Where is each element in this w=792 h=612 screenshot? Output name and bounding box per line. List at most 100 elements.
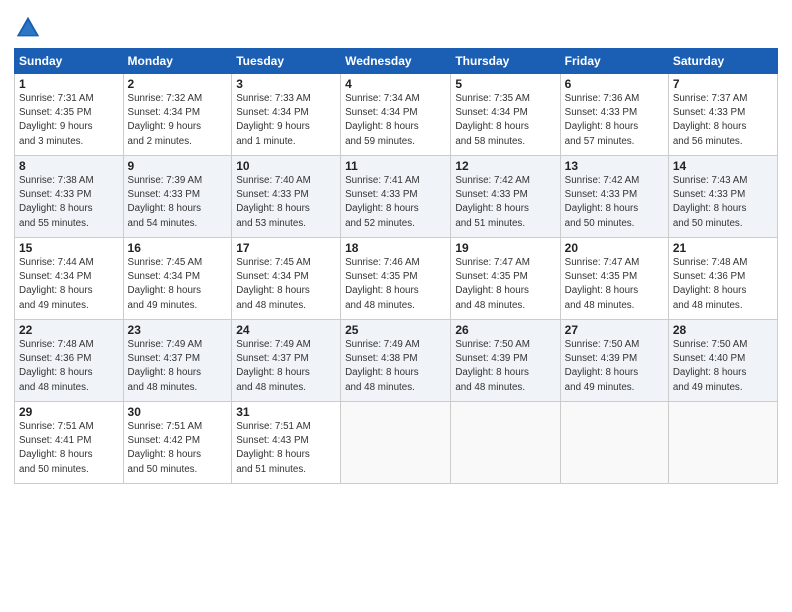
- calendar-day-cell: 20Sunrise: 7:47 AM Sunset: 4:35 PM Dayli…: [560, 238, 668, 320]
- day-info: Sunrise: 7:49 AM Sunset: 4:38 PM Dayligh…: [345, 338, 446, 395]
- calendar-day-cell: [560, 402, 668, 484]
- calendar-day-cell: [451, 402, 560, 484]
- calendar-day-cell: 31Sunrise: 7:51 AM Sunset: 4:43 PM Dayli…: [232, 402, 341, 484]
- day-number: 3: [236, 77, 336, 91]
- calendar-day-cell: 1Sunrise: 7:31 AM Sunset: 4:35 PM Daylig…: [15, 74, 124, 156]
- calendar-header-cell: Friday: [560, 49, 668, 74]
- day-number: 25: [345, 323, 446, 337]
- day-info: Sunrise: 7:37 AM Sunset: 4:33 PM Dayligh…: [673, 92, 773, 149]
- day-info: Sunrise: 7:44 AM Sunset: 4:34 PM Dayligh…: [19, 256, 119, 313]
- day-info: Sunrise: 7:51 AM Sunset: 4:41 PM Dayligh…: [19, 420, 119, 477]
- calendar-day-cell: 11Sunrise: 7:41 AM Sunset: 4:33 PM Dayli…: [341, 156, 451, 238]
- day-info: Sunrise: 7:45 AM Sunset: 4:34 PM Dayligh…: [128, 256, 228, 313]
- day-info: Sunrise: 7:47 AM Sunset: 4:35 PM Dayligh…: [455, 256, 555, 313]
- day-number: 22: [19, 323, 119, 337]
- calendar-day-cell: 9Sunrise: 7:39 AM Sunset: 4:33 PM Daylig…: [123, 156, 232, 238]
- calendar-day-cell: 17Sunrise: 7:45 AM Sunset: 4:34 PM Dayli…: [232, 238, 341, 320]
- day-number: 4: [345, 77, 446, 91]
- day-number: 13: [565, 159, 664, 173]
- day-number: 31: [236, 405, 336, 419]
- calendar-day-cell: 25Sunrise: 7:49 AM Sunset: 4:38 PM Dayli…: [341, 320, 451, 402]
- calendar-week-row: 22Sunrise: 7:48 AM Sunset: 4:36 PM Dayli…: [15, 320, 778, 402]
- calendar-header-cell: Sunday: [15, 49, 124, 74]
- day-number: 28: [673, 323, 773, 337]
- day-info: Sunrise: 7:50 AM Sunset: 4:39 PM Dayligh…: [565, 338, 664, 395]
- day-info: Sunrise: 7:47 AM Sunset: 4:35 PM Dayligh…: [565, 256, 664, 313]
- calendar-day-cell: 13Sunrise: 7:42 AM Sunset: 4:33 PM Dayli…: [560, 156, 668, 238]
- calendar-header-row: SundayMondayTuesdayWednesdayThursdayFrid…: [15, 49, 778, 74]
- day-info: Sunrise: 7:41 AM Sunset: 4:33 PM Dayligh…: [345, 174, 446, 231]
- calendar-body: 1Sunrise: 7:31 AM Sunset: 4:35 PM Daylig…: [15, 74, 778, 484]
- calendar-day-cell: 19Sunrise: 7:47 AM Sunset: 4:35 PM Dayli…: [451, 238, 560, 320]
- calendar-day-cell: 12Sunrise: 7:42 AM Sunset: 4:33 PM Dayli…: [451, 156, 560, 238]
- day-info: Sunrise: 7:50 AM Sunset: 4:40 PM Dayligh…: [673, 338, 773, 395]
- calendar-day-cell: 18Sunrise: 7:46 AM Sunset: 4:35 PM Dayli…: [341, 238, 451, 320]
- calendar-day-cell: 28Sunrise: 7:50 AM Sunset: 4:40 PM Dayli…: [668, 320, 777, 402]
- day-info: Sunrise: 7:32 AM Sunset: 4:34 PM Dayligh…: [128, 92, 228, 149]
- day-number: 18: [345, 241, 446, 255]
- day-number: 16: [128, 241, 228, 255]
- day-info: Sunrise: 7:38 AM Sunset: 4:33 PM Dayligh…: [19, 174, 119, 231]
- calendar-table: SundayMondayTuesdayWednesdayThursdayFrid…: [14, 48, 778, 484]
- day-info: Sunrise: 7:49 AM Sunset: 4:37 PM Dayligh…: [236, 338, 336, 395]
- calendar-day-cell: 15Sunrise: 7:44 AM Sunset: 4:34 PM Dayli…: [15, 238, 124, 320]
- calendar-day-cell: 29Sunrise: 7:51 AM Sunset: 4:41 PM Dayli…: [15, 402, 124, 484]
- day-number: 5: [455, 77, 555, 91]
- day-info: Sunrise: 7:35 AM Sunset: 4:34 PM Dayligh…: [455, 92, 555, 149]
- calendar-day-cell: [341, 402, 451, 484]
- day-info: Sunrise: 7:49 AM Sunset: 4:37 PM Dayligh…: [128, 338, 228, 395]
- day-number: 11: [345, 159, 446, 173]
- day-number: 29: [19, 405, 119, 419]
- calendar-header-cell: Saturday: [668, 49, 777, 74]
- day-info: Sunrise: 7:34 AM Sunset: 4:34 PM Dayligh…: [345, 92, 446, 149]
- day-info: Sunrise: 7:33 AM Sunset: 4:34 PM Dayligh…: [236, 92, 336, 149]
- day-info: Sunrise: 7:40 AM Sunset: 4:33 PM Dayligh…: [236, 174, 336, 231]
- calendar-day-cell: 6Sunrise: 7:36 AM Sunset: 4:33 PM Daylig…: [560, 74, 668, 156]
- day-number: 21: [673, 241, 773, 255]
- calendar-day-cell: 27Sunrise: 7:50 AM Sunset: 4:39 PM Dayli…: [560, 320, 668, 402]
- calendar-day-cell: 22Sunrise: 7:48 AM Sunset: 4:36 PM Dayli…: [15, 320, 124, 402]
- calendar-header-cell: Thursday: [451, 49, 560, 74]
- calendar-day-cell: 10Sunrise: 7:40 AM Sunset: 4:33 PM Dayli…: [232, 156, 341, 238]
- day-number: 7: [673, 77, 773, 91]
- day-number: 10: [236, 159, 336, 173]
- calendar-week-row: 1Sunrise: 7:31 AM Sunset: 4:35 PM Daylig…: [15, 74, 778, 156]
- day-number: 17: [236, 241, 336, 255]
- day-info: Sunrise: 7:42 AM Sunset: 4:33 PM Dayligh…: [455, 174, 555, 231]
- calendar-day-cell: 2Sunrise: 7:32 AM Sunset: 4:34 PM Daylig…: [123, 74, 232, 156]
- calendar-header-cell: Monday: [123, 49, 232, 74]
- day-info: Sunrise: 7:43 AM Sunset: 4:33 PM Dayligh…: [673, 174, 773, 231]
- calendar-header-cell: Wednesday: [341, 49, 451, 74]
- calendar-day-cell: 30Sunrise: 7:51 AM Sunset: 4:42 PM Dayli…: [123, 402, 232, 484]
- header: [14, 10, 778, 42]
- day-number: 30: [128, 405, 228, 419]
- calendar-day-cell: 14Sunrise: 7:43 AM Sunset: 4:33 PM Dayli…: [668, 156, 777, 238]
- calendar-day-cell: [668, 402, 777, 484]
- day-number: 2: [128, 77, 228, 91]
- day-number: 9: [128, 159, 228, 173]
- calendar-day-cell: 8Sunrise: 7:38 AM Sunset: 4:33 PM Daylig…: [15, 156, 124, 238]
- calendar-day-cell: 4Sunrise: 7:34 AM Sunset: 4:34 PM Daylig…: [341, 74, 451, 156]
- calendar-day-cell: 7Sunrise: 7:37 AM Sunset: 4:33 PM Daylig…: [668, 74, 777, 156]
- day-info: Sunrise: 7:48 AM Sunset: 4:36 PM Dayligh…: [19, 338, 119, 395]
- day-number: 27: [565, 323, 664, 337]
- calendar-week-row: 8Sunrise: 7:38 AM Sunset: 4:33 PM Daylig…: [15, 156, 778, 238]
- calendar-day-cell: 5Sunrise: 7:35 AM Sunset: 4:34 PM Daylig…: [451, 74, 560, 156]
- day-info: Sunrise: 7:45 AM Sunset: 4:34 PM Dayligh…: [236, 256, 336, 313]
- day-number: 24: [236, 323, 336, 337]
- day-info: Sunrise: 7:31 AM Sunset: 4:35 PM Dayligh…: [19, 92, 119, 149]
- logo-icon: [14, 14, 42, 42]
- day-number: 6: [565, 77, 664, 91]
- day-info: Sunrise: 7:39 AM Sunset: 4:33 PM Dayligh…: [128, 174, 228, 231]
- calendar-day-cell: 21Sunrise: 7:48 AM Sunset: 4:36 PM Dayli…: [668, 238, 777, 320]
- day-number: 23: [128, 323, 228, 337]
- day-info: Sunrise: 7:46 AM Sunset: 4:35 PM Dayligh…: [345, 256, 446, 313]
- day-info: Sunrise: 7:51 AM Sunset: 4:43 PM Dayligh…: [236, 420, 336, 477]
- logo: [14, 14, 46, 42]
- day-info: Sunrise: 7:50 AM Sunset: 4:39 PM Dayligh…: [455, 338, 555, 395]
- day-number: 1: [19, 77, 119, 91]
- day-number: 20: [565, 241, 664, 255]
- calendar-header-cell: Tuesday: [232, 49, 341, 74]
- day-number: 8: [19, 159, 119, 173]
- day-number: 12: [455, 159, 555, 173]
